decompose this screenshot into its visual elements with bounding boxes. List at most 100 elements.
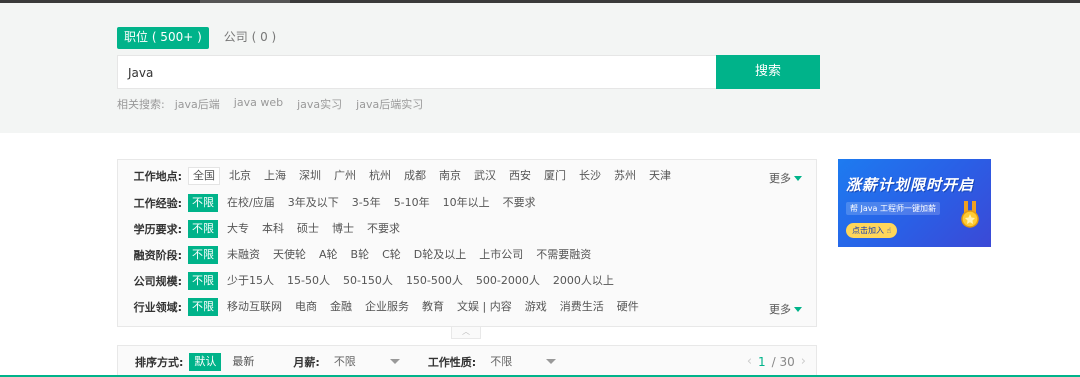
filter-option[interactable]: 3年及以下 xyxy=(284,194,343,212)
filter-option[interactable]: 大专 xyxy=(223,220,253,238)
promo-title: 涨薪计划限时开启 xyxy=(846,176,975,194)
filter-more-label: 更多 xyxy=(769,303,791,316)
filter-option[interactable]: 不要求 xyxy=(363,220,404,238)
filter-option[interactable]: 10年以上 xyxy=(439,194,494,212)
filter-option[interactable]: 50-150人 xyxy=(339,272,397,290)
filter-option[interactable]: A轮 xyxy=(315,246,342,264)
salary-label: 月薪: xyxy=(293,355,320,369)
filter-row: 公司规模: 不限 少于15人 15-50人 50-150人 150-500人 500-200… xyxy=(118,271,623,291)
filter-option[interactable]: D轮及以上 xyxy=(410,246,470,264)
sort-label: 排序方式: xyxy=(135,355,184,369)
filter-option[interactable]: 不限 xyxy=(188,298,218,316)
job-nature-label: 工作性质: xyxy=(427,355,477,369)
promo-banner[interactable]: 涨薪计划限时开启 帮 Java 工程师一键加薪 点击加入 ☝ xyxy=(838,159,991,247)
filter-option[interactable]: 长沙 xyxy=(575,167,605,185)
collapse-up-icon[interactable]: ︿ xyxy=(451,327,481,339)
related-search-link[interactable]: java实习 xyxy=(297,96,342,112)
search-type-tabs: 职位 ( 500+ ) 公司 ( 0 ) xyxy=(117,27,283,49)
filter-option[interactable]: 武汉 xyxy=(470,167,500,185)
filter-option[interactable]: 不要求 xyxy=(499,194,540,212)
filter-option[interactable]: 在校/应届 xyxy=(223,194,279,212)
filter-option[interactable]: 苏州 xyxy=(610,167,640,185)
filter-more-button[interactable]: 更多 xyxy=(769,301,802,317)
filter-option[interactable]: 500-2000人 xyxy=(472,272,544,290)
filter-option[interactable]: 3-5年 xyxy=(348,194,385,212)
sort-latest[interactable]: 最新 xyxy=(227,353,259,371)
filter-option[interactable]: 硬件 xyxy=(613,298,643,316)
page-current: 1 xyxy=(758,354,766,369)
filter-option[interactable]: 不限 xyxy=(188,194,218,212)
filter-option[interactable]: 天津 xyxy=(645,167,675,185)
related-search-link[interactable]: java web xyxy=(234,96,283,112)
promo-join-button[interactable]: 点击加入 ☝ xyxy=(846,223,898,238)
salary-value: 不限 xyxy=(333,354,356,368)
filter-option[interactable]: 上市公司 xyxy=(475,246,527,264)
page-total: / 30 xyxy=(771,354,795,369)
filter-option[interactable]: 少于15人 xyxy=(223,272,278,290)
caret-down-icon xyxy=(389,359,400,364)
filter-option[interactable]: 150-500人 xyxy=(402,272,467,290)
salary-dropdown[interactable]: 不限 xyxy=(332,352,400,372)
filter-option[interactable]: 全国 xyxy=(188,167,220,185)
sort-bar: 排序方式: 默认 最新 月薪: 不限 工作性质: 不限 ‹ 1 / 30 › xyxy=(117,345,817,377)
filter-option[interactable]: 15-50人 xyxy=(283,272,334,290)
filter-option[interactable]: 北京 xyxy=(225,167,255,185)
search-button[interactable]: 搜索 xyxy=(716,55,820,89)
related-search-link[interactable]: java后端 xyxy=(175,96,220,112)
filter-option[interactable]: 深圳 xyxy=(295,167,325,185)
filter-option[interactable]: 消费生活 xyxy=(556,298,608,316)
filter-option[interactable]: 不限 xyxy=(188,246,218,264)
filter-option[interactable]: 未融资 xyxy=(223,246,264,264)
tab-positions[interactable]: 职位 ( 500+ ) xyxy=(117,27,209,49)
chevron-right-icon[interactable]: › xyxy=(801,354,806,369)
filter-row-label: 公司规模: xyxy=(133,275,182,288)
filter-option[interactable]: 厦门 xyxy=(540,167,570,185)
related-search-link[interactable]: java后端实习 xyxy=(356,96,423,112)
pagination: ‹ 1 / 30 › xyxy=(747,354,806,369)
filter-option[interactable]: 电商 xyxy=(291,298,321,316)
filter-more-button[interactable]: 更多 xyxy=(769,170,802,186)
job-nature-dropdown[interactable]: 不限 xyxy=(488,352,557,372)
filter-option[interactable]: 2000人以上 xyxy=(549,272,618,290)
filter-option[interactable]: 西安 xyxy=(505,167,535,185)
filter-option[interactable]: 企业服务 xyxy=(361,298,413,316)
filter-option[interactable]: 移动互联网 xyxy=(223,298,286,316)
filter-row-label: 融资阶段: xyxy=(133,249,182,262)
filter-row: 行业领域: 不限 移动互联网 电商 金融 企业服务 教育 文娱 | 内容 游戏 消费生活 硬件 xyxy=(118,297,648,317)
filter-option[interactable]: 成都 xyxy=(400,167,430,185)
filter-option[interactable]: 不限 xyxy=(188,220,218,238)
filter-option[interactable]: 天使轮 xyxy=(269,246,310,264)
filter-option[interactable]: 杭州 xyxy=(365,167,395,185)
tab-companies[interactable]: 公司 ( 0 ) xyxy=(217,27,283,49)
filter-option[interactable]: 南京 xyxy=(435,167,465,185)
filter-option[interactable]: 广州 xyxy=(330,167,360,185)
medal-icon xyxy=(961,201,979,228)
filter-option[interactable]: 金融 xyxy=(326,298,356,316)
filter-option[interactable]: 文娱 | 内容 xyxy=(453,298,516,316)
search-section: 职位 ( 500+ ) 公司 ( 0 ) Java 搜索 相关搜索: java后… xyxy=(0,3,1080,133)
filter-option[interactable]: 上海 xyxy=(260,167,290,185)
filter-option[interactable]: 硕士 xyxy=(293,220,323,238)
caret-down-icon xyxy=(546,359,557,364)
filter-option[interactable]: 不需要融资 xyxy=(532,246,595,264)
sort-default[interactable]: 默认 xyxy=(189,352,222,371)
filter-option[interactable]: 游戏 xyxy=(521,298,551,316)
filter-option[interactable]: 博士 xyxy=(328,220,358,238)
caret-down-icon xyxy=(794,175,802,181)
filter-option[interactable]: 教育 xyxy=(418,298,448,316)
filter-option[interactable]: 5-10年 xyxy=(390,194,434,212)
search-input[interactable]: Java xyxy=(117,55,716,89)
chevron-left-icon[interactable]: ‹ xyxy=(747,354,752,369)
search-bar: Java 搜索 xyxy=(117,55,820,89)
filter-row-label: 工作经验: xyxy=(133,197,182,210)
filter-panel: 工作地点: 全国 北京 上海 深圳 广州 杭州 成都 南京 武汉 西安 厦门 长沙 苏州 天津 更多 工作经验:… xyxy=(117,159,817,327)
filter-option[interactable]: B轮 xyxy=(347,246,374,264)
filter-option[interactable]: 不限 xyxy=(188,272,218,290)
filter-row-label: 行业领域: xyxy=(133,301,182,314)
filter-option[interactable]: C轮 xyxy=(378,246,405,264)
job-nature-value: 不限 xyxy=(490,354,513,368)
filter-row: 工作经验: 不限 在校/应届 3年及以下 3-5年 5-10年 10年以上 不要求 xyxy=(118,193,545,213)
caret-down-icon xyxy=(794,306,802,312)
filter-option[interactable]: 本科 xyxy=(258,220,288,238)
filter-row: 工作地点: 全国 北京 上海 深圳 广州 杭州 成都 南京 武汉 西安 厦门 长沙 苏州 天津 xyxy=(118,166,680,186)
